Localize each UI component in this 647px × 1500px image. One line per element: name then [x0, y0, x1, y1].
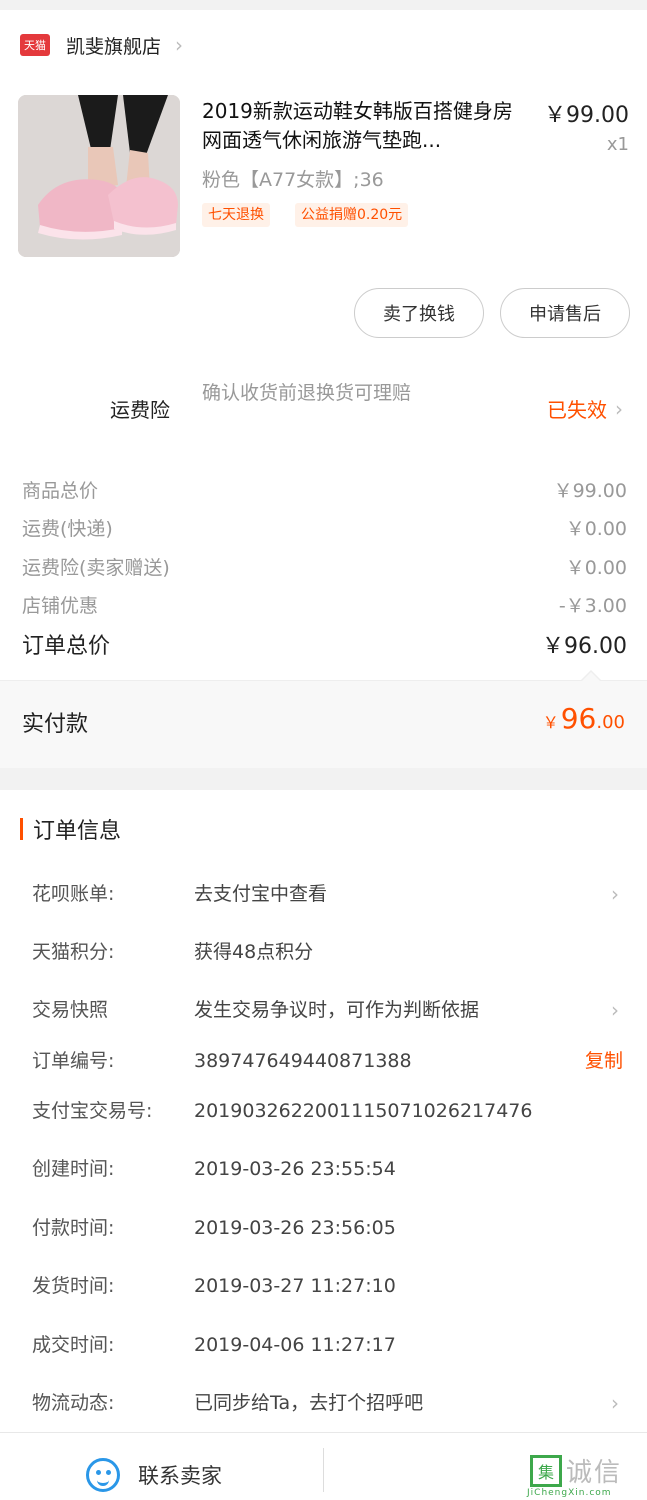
info-label: 交易快照: [32, 999, 109, 1021]
paid-decimal: .00: [596, 712, 625, 733]
copy-button[interactable]: 复制: [585, 1046, 623, 1076]
info-label: 成交时间:: [32, 1334, 115, 1356]
paid-amount: ￥ 96 .00: [543, 702, 625, 735]
smile-chat-icon[interactable]: [86, 1458, 120, 1492]
info-row-shipped: 发货时间: 2019-03-27 11:27:10: [32, 1271, 627, 1301]
shop-header[interactable]: 天猫 凯斐旗舰店 ›: [20, 28, 183, 62]
info-row-paid: 付款时间: 2019-03-26 23:56:05: [32, 1213, 627, 1243]
order-total-row: 订单总价 ￥96.00: [22, 628, 627, 660]
watermark-box: 集: [530, 1454, 562, 1487]
info-label: 付款时间:: [32, 1217, 115, 1239]
paid-label: 实付款: [22, 712, 89, 737]
info-label: 发货时间:: [32, 1275, 115, 1297]
summary-row-goods-total: 商品总价 ￥99.00: [22, 476, 627, 503]
info-row-order-number: 订单编号: 389747649440871388 复制: [32, 1046, 627, 1076]
pink-sneaker-photo-icon: [18, 95, 180, 257]
product-price: ￥99.00: [544, 103, 629, 128]
info-label: 物流动态:: [32, 1392, 115, 1414]
info-value[interactable]: 发生交易争议时，可作为判断依据: [194, 995, 479, 1025]
info-value: 2019-03-26 23:55:54: [194, 1158, 396, 1180]
summary-label: 运费险(卖家赠送): [22, 557, 170, 579]
paid-integer: 96: [560, 702, 597, 735]
info-value: 2019-04-06 11:27:17: [194, 1334, 396, 1356]
watermark-url: JiChengXin.com: [527, 1488, 612, 1498]
order-total-value: ￥96.00: [542, 634, 627, 659]
contact-seller-button[interactable]: 联系卖家: [86, 1458, 222, 1492]
chevron-right-icon[interactable]: ›: [611, 1388, 619, 1418]
watermark-logo: 集 诚信: [530, 1452, 622, 1489]
info-label: 创建时间:: [32, 1158, 115, 1180]
summary-row-insurance: 运费险(卖家赠送) ￥0.00: [22, 553, 627, 580]
summary-row-shipping: 运费(快递) ￥0.00: [22, 514, 627, 541]
apply-aftersale-button[interactable]: 申请售后: [500, 288, 630, 338]
summary-label: 店铺优惠: [22, 595, 99, 617]
info-value: 2019-03-27 11:27:10: [194, 1275, 396, 1297]
info-value[interactable]: 去支付宝中查看: [194, 879, 327, 909]
tmall-logo-icon: 天猫: [20, 34, 50, 56]
info-value: 2019032622001115071026217476: [194, 1100, 533, 1122]
chevron-right-icon[interactable]: ›: [615, 397, 623, 421]
product-quantity: x1: [606, 134, 629, 155]
summary-value: ￥99.00: [553, 480, 627, 502]
info-value: 389747649440871388: [194, 1050, 412, 1072]
info-row-huabei[interactable]: 花呗账单: 去支付宝中查看 ›: [32, 879, 627, 909]
info-value[interactable]: 已同步给Ta，去打个招呼吧: [194, 1388, 423, 1418]
insurance-status-text[interactable]: 已失效: [547, 394, 607, 423]
footer-divider: [323, 1448, 324, 1492]
summary-row-store-discount: 店铺优惠 -￥3.00: [22, 591, 627, 618]
shipping-insurance-label: 运费险: [110, 398, 170, 422]
info-label: 支付宝交易号:: [32, 1100, 153, 1122]
summary-label: 商品总价: [22, 480, 99, 502]
info-label: 花呗账单:: [32, 883, 115, 905]
watermark-text: 诚信: [566, 1458, 623, 1488]
shipping-insurance-status[interactable]: 已失效 ›: [547, 394, 623, 423]
summary-label: 运费(快递): [22, 518, 113, 540]
info-label: 订单编号:: [32, 1050, 115, 1072]
info-row-logistics[interactable]: 物流动态: 已同步给Ta，去打个招呼吧 ›: [32, 1388, 627, 1418]
info-row-completed: 成交时间: 2019-04-06 11:27:17: [32, 1330, 627, 1360]
shipping-insurance-desc: 确认收货前退换货可理赔: [202, 382, 412, 404]
chevron-right-icon[interactable]: ›: [611, 879, 619, 909]
info-label: 天猫积分:: [32, 941, 115, 963]
info-value: 2019-03-26 23:56:05: [194, 1217, 396, 1239]
summary-value: ￥0.00: [565, 557, 627, 579]
info-value: 获得48点积分: [194, 941, 314, 963]
info-row-snapshot[interactable]: 交易快照 发生交易争议时，可作为判断依据 ›: [32, 995, 627, 1025]
contact-seller-label[interactable]: 联系卖家: [138, 1460, 222, 1490]
summary-value: ￥0.00: [565, 518, 627, 540]
caret-fill: [581, 672, 601, 682]
tag-seven-day-return: 七天退换: [202, 203, 270, 227]
product-image[interactable]: [18, 95, 180, 257]
sell-for-cash-button[interactable]: 卖了换钱: [354, 288, 484, 338]
info-row-created: 创建时间: 2019-03-26 23:55:54: [32, 1154, 627, 1184]
chevron-right-icon[interactable]: ›: [175, 33, 183, 57]
tag-charity-donation: 公益捐赠0.20元: [295, 203, 409, 227]
product-sku: 粉色【A77女款】;36: [202, 169, 384, 191]
section-accent-bar: [20, 818, 23, 840]
order-info-title-text: 订单信息: [33, 819, 122, 844]
order-total-label: 订单总价: [22, 634, 111, 659]
paid-currency: ￥: [542, 713, 559, 732]
order-info-title: 订单信息: [20, 816, 122, 844]
shop-name[interactable]: 凯斐旗舰店: [66, 32, 161, 59]
info-row-points: 天猫积分: 获得48点积分: [32, 937, 627, 967]
chevron-right-icon[interactable]: ›: [611, 995, 619, 1025]
info-row-alipay-number: 支付宝交易号: 2019032622001115071026217476: [32, 1096, 627, 1126]
summary-value: -￥3.00: [558, 595, 627, 617]
product-title[interactable]: 2019新款运动鞋女韩版百搭健身房网面透气休闲旅游气垫跑...: [202, 97, 532, 155]
